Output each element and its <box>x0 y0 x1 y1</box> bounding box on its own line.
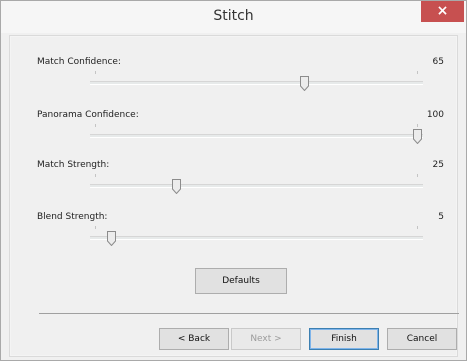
slider-track[interactable] <box>90 134 423 138</box>
blend-strength-value: 5 <box>438 212 444 222</box>
slider-tick-max <box>417 124 418 127</box>
slider-tick-max <box>417 226 418 229</box>
match-strength-value: 25 <box>432 160 444 170</box>
dialog-title: Stitch <box>213 8 254 24</box>
slider-tick-min <box>95 226 96 229</box>
close-button[interactable]: × <box>421 1 464 22</box>
slider-tick-max <box>417 174 418 177</box>
slider-tick-min <box>95 71 96 74</box>
match-strength-label: Match Strength: <box>37 160 110 170</box>
finish-button[interactable]: Finish <box>309 328 379 350</box>
slider-track[interactable] <box>90 81 423 85</box>
title-bar[interactable]: Stitch × <box>1 1 466 33</box>
slider-thumb[interactable] <box>300 76 310 91</box>
slider-track[interactable] <box>90 236 423 240</box>
stitch-dialog: Stitch × Match Confidence: 65 Panorama C… <box>0 0 467 361</box>
slider-tick-min <box>95 124 96 127</box>
close-icon: × <box>436 3 449 19</box>
slider-tick-max <box>417 71 418 74</box>
next-button[interactable]: Next > <box>231 328 301 350</box>
defaults-button[interactable]: Defaults <box>195 268 287 294</box>
slider-track[interactable] <box>90 184 423 188</box>
blend-strength-label: Blend Strength: <box>37 212 108 222</box>
footer-separator <box>39 313 459 314</box>
panorama-confidence-label: Panorama Confidence: <box>37 110 139 120</box>
slider-thumb[interactable] <box>107 231 117 246</box>
panorama-confidence-value: 100 <box>426 110 444 120</box>
slider-thumb[interactable] <box>171 179 181 194</box>
cancel-button[interactable]: Cancel <box>387 328 457 350</box>
match-confidence-label: Match Confidence: <box>37 57 121 67</box>
slider-thumb[interactable] <box>413 129 422 144</box>
back-button[interactable]: < Back <box>159 328 229 350</box>
slider-tick-min <box>95 174 96 177</box>
match-confidence-value: 65 <box>432 57 444 67</box>
